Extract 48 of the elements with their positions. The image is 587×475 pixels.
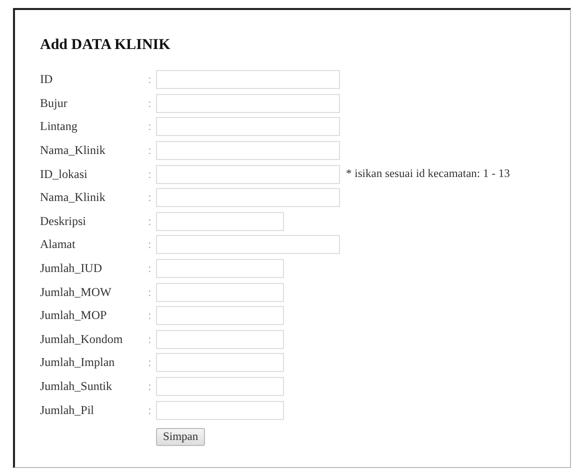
colon: : <box>148 379 152 394</box>
input-field[interactable] <box>156 70 340 90</box>
field-label: Deskripsi <box>40 214 87 229</box>
colon: : <box>148 332 152 347</box>
input-field[interactable] <box>156 164 340 184</box>
field-label: Jumlah_Suntik <box>40 379 114 394</box>
field-label: Nama_Klinik <box>40 143 106 158</box>
input-field[interactable] <box>156 400 284 420</box>
colon: : <box>148 284 152 300</box>
field-label: Nama_Klinik <box>40 190 106 206</box>
field-label: Jumlah_MOP <box>40 308 108 324</box>
field-label: Jumlah_Implan <box>40 355 116 370</box>
input-field[interactable] <box>156 141 340 160</box>
colon: : <box>148 355 152 370</box>
colon: : <box>148 72 152 88</box>
field-label: Jumlah_Kondom <box>40 332 124 347</box>
input-field[interactable] <box>156 282 284 302</box>
input-field[interactable] <box>156 188 340 208</box>
input-field[interactable] <box>156 330 284 349</box>
form-title: Add DATA KLINIK <box>40 37 172 54</box>
input-field[interactable] <box>156 259 284 278</box>
colon: : <box>148 308 152 324</box>
input-field[interactable] <box>156 94 340 113</box>
save-button[interactable]: Simpan <box>156 428 206 446</box>
colon: : <box>148 237 152 252</box>
colon: : <box>148 190 152 206</box>
field-label: ID_lokasi <box>40 166 88 182</box>
input-field[interactable] <box>156 306 284 326</box>
colon: : <box>148 214 152 229</box>
colon: : <box>148 119 152 134</box>
field-label: Jumlah_IUD <box>40 261 103 276</box>
field-label: Bujur <box>40 96 68 111</box>
field-label: Jumlah_Pil <box>40 402 96 418</box>
input-field[interactable] <box>156 212 284 231</box>
input-field[interactable] <box>156 117 340 136</box>
field-label: ID <box>40 72 54 88</box>
input-field[interactable] <box>156 235 340 254</box>
input-field[interactable] <box>156 353 284 372</box>
colon: : <box>148 143 152 158</box>
colon: : <box>148 166 152 182</box>
field-label: Alamat <box>40 237 76 252</box>
field-label: Lintang <box>40 119 78 134</box>
colon: : <box>148 261 152 276</box>
colon: : <box>148 402 152 418</box>
field-label: Jumlah_MOW <box>40 284 112 300</box>
hint-text: * isikan sesuai id kecamatan: 1 - 13 <box>346 168 510 180</box>
colon: : <box>148 96 152 111</box>
input-field[interactable] <box>156 377 284 396</box>
